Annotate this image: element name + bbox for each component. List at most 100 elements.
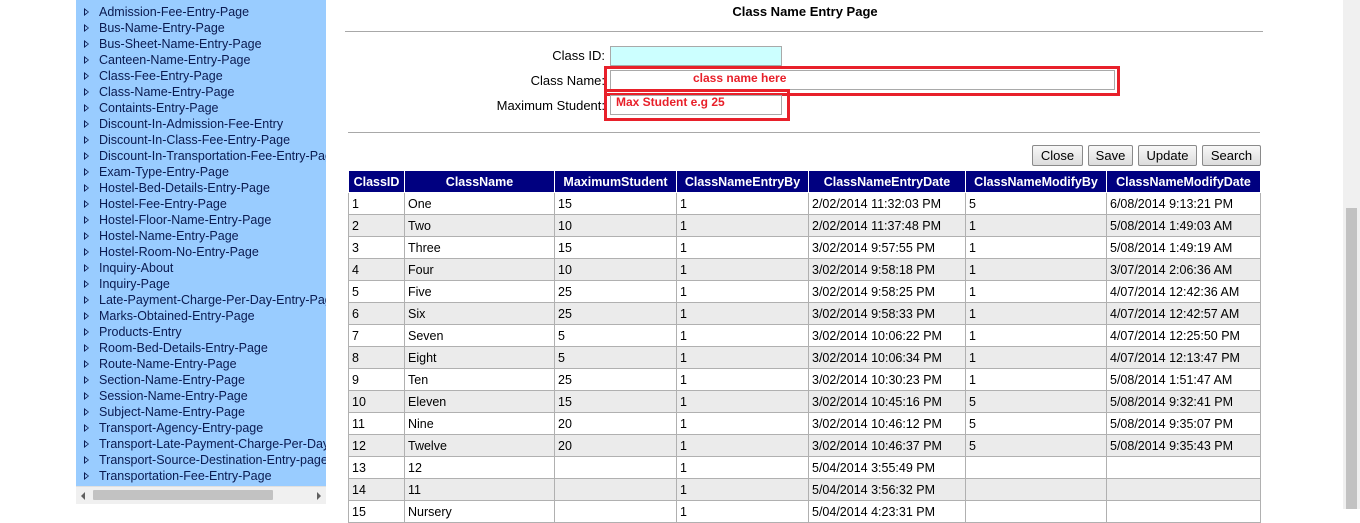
sidebar-item[interactable]: Discount-In-Class-Fee-Entry-Page (76, 132, 326, 148)
table-row[interactable]: 10 Eleven 15 1 3/02/2014 10:45:16 PM 5 5/08/20… (348, 390, 1261, 413)
sidebar-item-label[interactable]: Hostel-Floor-Name-Entry-Page (99, 213, 271, 227)
expand-triangle-icon[interactable] (84, 296, 89, 304)
sidebar-item[interactable]: Hostel-Name-Entry-Page (76, 228, 326, 244)
sidebar-item[interactable]: Inquiry-About (76, 260, 326, 276)
sidebar-item-label[interactable]: Section-Name-Entry-Page (99, 373, 245, 387)
sidebar-item-label[interactable]: Room-Bed-Details-Entry-Page (99, 341, 268, 355)
sidebar-item-label[interactable]: Bus-Name-Entry-Page (99, 21, 225, 35)
expand-triangle-icon[interactable] (84, 104, 89, 112)
sidebar-item[interactable]: Hostel-Bed-Details-Entry-Page (76, 180, 326, 196)
sidebar-item-label[interactable]: Discount-In-Transportation-Fee-Entry-Pag… (99, 149, 326, 163)
expand-triangle-icon[interactable] (84, 152, 89, 160)
sidebar-item[interactable]: Discount-In-Transportation-Fee-Entry-Pag… (76, 148, 326, 164)
sidebar-item[interactable]: Discount-In-Admission-Fee-Entry (76, 116, 326, 132)
sidebar-item[interactable]: Session-Name-Entry-Page (76, 388, 326, 404)
sidebar-item[interactable]: Admission-Fee-Entry-Page (76, 4, 326, 20)
sidebar-item[interactable]: Hostel-Room-No-Entry-Page (76, 244, 326, 260)
save-button[interactable]: Save (1088, 145, 1133, 166)
table-row[interactable]: 14 11 1 5/04/2014 3:56:32 PM (348, 478, 1261, 501)
sidebar-item-label[interactable]: Transport-Source-Destination-Entry-page (99, 453, 326, 467)
sidebar-item[interactable]: Marks-Obtained-Entry-Page (76, 308, 326, 324)
table-row[interactable]: 12 Twelve 20 1 3/02/2014 10:46:37 PM 5 5/08/20… (348, 434, 1261, 457)
expand-triangle-icon[interactable] (84, 376, 89, 384)
expand-triangle-icon[interactable] (84, 24, 89, 32)
expand-triangle-icon[interactable] (84, 216, 89, 224)
expand-triangle-icon[interactable] (84, 360, 89, 368)
search-button[interactable]: Search (1202, 145, 1261, 166)
sidebar-item-label[interactable]: Late-Payment-Charge-Per-Day-Entry-Page (99, 293, 326, 307)
expand-triangle-icon[interactable] (84, 456, 89, 464)
scroll-right-icon[interactable] (317, 492, 321, 500)
page-vertical-scrollbar[interactable] (1343, 0, 1360, 509)
sidebar-item-label[interactable]: Transport-Agency-Entry-page (99, 421, 263, 435)
expand-triangle-icon[interactable] (84, 56, 89, 64)
expand-triangle-icon[interactable] (84, 40, 89, 48)
sidebar-item[interactable]: Products-Entry (76, 324, 326, 340)
sidebar-item-label[interactable]: Marks-Obtained-Entry-Page (99, 309, 255, 323)
sidebar-item-label[interactable]: Class-Name-Entry-Page (99, 85, 234, 99)
expand-triangle-icon[interactable] (84, 248, 89, 256)
expand-triangle-icon[interactable] (84, 312, 89, 320)
sidebar-item-label[interactable]: Canteen-Name-Entry-Page (99, 53, 250, 67)
sidebar-item-label[interactable]: Bus-Sheet-Name-Entry-Page (99, 37, 262, 51)
expand-triangle-icon[interactable] (84, 88, 89, 96)
sidebar-item[interactable]: Transport-Agency-Entry-page (76, 420, 326, 436)
table-row[interactable]: 6 Six 25 1 3/02/2014 9:58:33 PM 1 4/07/2014 12… (348, 302, 1261, 325)
expand-triangle-icon[interactable] (84, 472, 89, 480)
expand-triangle-icon[interactable] (84, 136, 89, 144)
expand-triangle-icon[interactable] (84, 440, 89, 448)
expand-triangle-icon[interactable] (84, 184, 89, 192)
sidebar-item[interactable]: Room-Bed-Details-Entry-Page (76, 340, 326, 356)
sidebar-item[interactable]: Bus-Sheet-Name-Entry-Page (76, 36, 326, 52)
sidebar-item[interactable]: Route-Name-Entry-Page (76, 356, 326, 372)
sidebar-item-label[interactable]: Discount-In-Class-Fee-Entry-Page (99, 133, 290, 147)
scroll-left-icon[interactable] (81, 492, 85, 500)
update-button[interactable]: Update (1138, 145, 1197, 166)
table-row[interactable]: 5 Five 25 1 3/02/2014 9:58:25 PM 1 4/07/2014 1… (348, 280, 1261, 303)
expand-triangle-icon[interactable] (84, 120, 89, 128)
sidebar-item-label[interactable]: Hostel-Name-Entry-Page (99, 229, 239, 243)
class-id-input[interactable] (610, 46, 782, 66)
sidebar-item[interactable]: Late-Payment-Charge-Per-Day-Entry-Page (76, 292, 326, 308)
sidebar-item[interactable]: Section-Name-Entry-Page (76, 372, 326, 388)
sidebar-item-label[interactable]: Exam-Type-Entry-Page (99, 165, 229, 179)
expand-triangle-icon[interactable] (84, 408, 89, 416)
expand-triangle-icon[interactable] (84, 264, 89, 272)
table-row[interactable]: 2 Two 10 1 2/02/2014 11:37:48 PM 1 5/08/2014 1… (348, 214, 1261, 237)
expand-triangle-icon[interactable] (84, 200, 89, 208)
sidebar-item[interactable]: Transport-Late-Payment-Charge-Per-Day (76, 436, 326, 452)
sidebar-item[interactable]: Subject-Name-Entry-Page (76, 404, 326, 420)
expand-triangle-icon[interactable] (84, 168, 89, 176)
close-button[interactable]: Close (1032, 145, 1083, 166)
sidebar-item-label[interactable]: Transportation-Fee-Entry-Page (99, 469, 272, 483)
table-row[interactable]: 3 Three 15 1 3/02/2014 9:57:55 PM 1 5/08/2014 … (348, 236, 1261, 259)
sidebar-item[interactable]: Exam-Type-Entry-Page (76, 164, 326, 180)
sidebar-item-label[interactable]: Hostel-Bed-Details-Entry-Page (99, 181, 270, 195)
expand-triangle-icon[interactable] (84, 424, 89, 432)
expand-triangle-icon[interactable] (84, 72, 89, 80)
expand-triangle-icon[interactable] (84, 232, 89, 240)
sidebar-item-label[interactable]: Containts-Entry-Page (99, 101, 219, 115)
sidebar-item[interactable]: Inquiry-Page (76, 276, 326, 292)
sidebar-item-label[interactable]: Class-Fee-Entry-Page (99, 69, 223, 83)
table-row[interactable]: 7 Seven 5 1 3/02/2014 10:06:22 PM 1 4/07/2014 … (348, 324, 1261, 347)
expand-triangle-icon[interactable] (84, 328, 89, 336)
sidebar-item-label[interactable]: Admission-Fee-Entry-Page (99, 5, 249, 19)
sidebar-item[interactable]: Class-Fee-Entry-Page (76, 68, 326, 84)
sidebar-item-label[interactable]: Discount-In-Admission-Fee-Entry (99, 117, 283, 131)
sidebar-item-label[interactable]: Products-Entry (99, 325, 182, 339)
sidebar-item[interactable]: Transport-Source-Destination-Entry-page (76, 452, 326, 468)
table-row[interactable]: 11 Nine 20 1 3/02/2014 10:46:12 PM 5 5/08/2014… (348, 412, 1261, 435)
sidebar-item-label[interactable]: Session-Name-Entry-Page (99, 389, 248, 403)
table-row[interactable]: 1 One 15 1 2/02/2014 11:32:03 PM 5 6/08/2014 9… (348, 192, 1261, 215)
sidebar-item-label[interactable]: Subject-Name-Entry-Page (99, 405, 245, 419)
sidebar-horizontal-scrollbar[interactable] (76, 486, 326, 504)
sidebar-item-label[interactable]: Hostel-Room-No-Entry-Page (99, 245, 259, 259)
sidebar-item[interactable]: Hostel-Floor-Name-Entry-Page (76, 212, 326, 228)
sidebar-item[interactable]: Hostel-Fee-Entry-Page (76, 196, 326, 212)
expand-triangle-icon[interactable] (84, 392, 89, 400)
expand-triangle-icon[interactable] (84, 8, 89, 16)
table-row[interactable]: 15 Nursery 1 5/04/2014 4:23:31 PM (348, 500, 1261, 523)
sidebar-item[interactable]: Class-Name-Entry-Page (76, 84, 326, 100)
scrollbar-thumb[interactable] (93, 490, 273, 500)
